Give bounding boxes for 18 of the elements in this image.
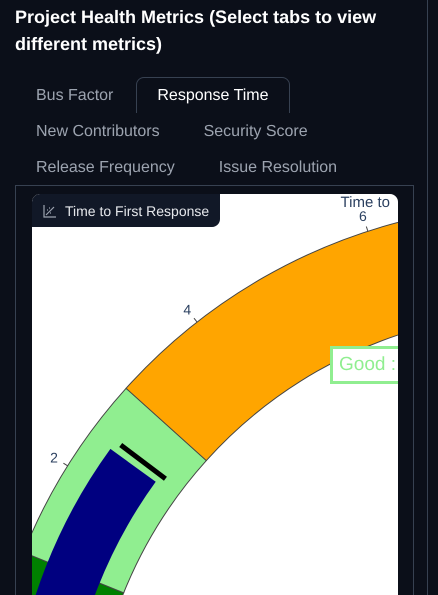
tick-label: 2 (50, 449, 58, 466)
chart-title: Time to (340, 195, 390, 211)
tick-mark (366, 226, 368, 232)
section-heading: Project Health Metrics (Select tabs to view different metrics) (15, 6, 378, 56)
plot-label-text: Time to First Response (65, 202, 210, 218)
tick-label: 4 (183, 301, 192, 318)
metric-tab[interactable]: Release Frequency (15, 149, 196, 185)
metric-tab[interactable]: Response Time (136, 77, 290, 113)
tick-mark (194, 318, 198, 323)
status-annotation: Good : (330, 346, 398, 384)
tick-mark (62, 462, 68, 466)
metric-tab[interactable]: Issue Resolution (198, 149, 358, 185)
tick-label: 6 (359, 208, 367, 224)
threshold-marker (119, 443, 167, 481)
metric-tab[interactable]: New Contributors (15, 113, 181, 149)
metric-tab[interactable]: Security Score (182, 113, 329, 149)
metric-tab[interactable]: Bus Factor (15, 77, 134, 113)
chart-icon (43, 204, 57, 218)
